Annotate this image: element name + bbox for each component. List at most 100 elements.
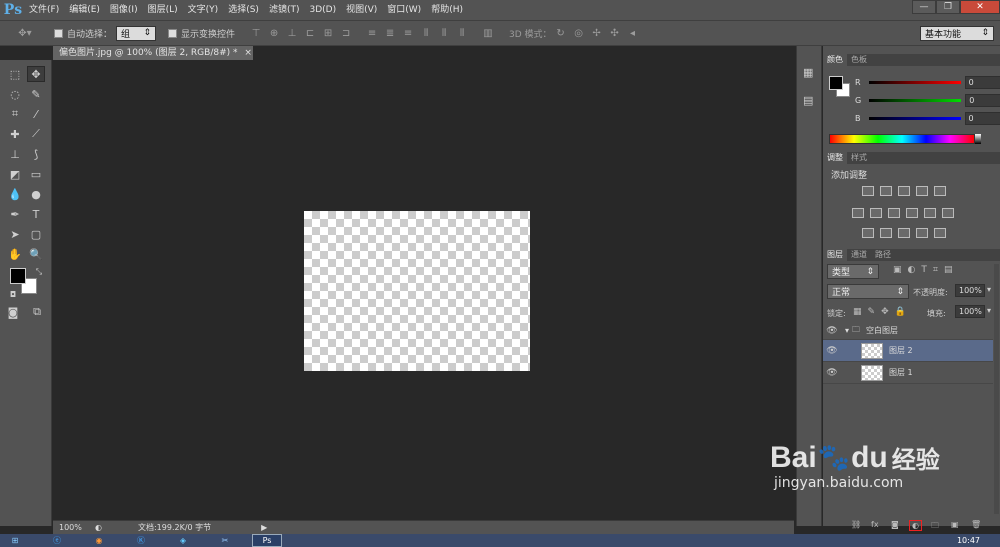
filter-pixel-icon[interactable]: ▣ xyxy=(893,265,908,275)
gradient-tool-icon[interactable]: ▭ xyxy=(27,166,45,182)
black-white-icon[interactable] xyxy=(888,208,900,218)
app-orange-icon[interactable]: ◉ xyxy=(84,534,114,547)
color-spectrum[interactable] xyxy=(829,134,975,144)
distribute-hcenter-icon[interactable]: ⦀ xyxy=(437,26,451,40)
close-button[interactable]: ✕ xyxy=(960,0,1000,14)
red-value[interactable]: 0 xyxy=(964,76,1000,89)
green-value[interactable]: 0 xyxy=(965,94,1000,107)
auto-align-icon[interactable]: ▥ xyxy=(481,26,495,40)
curves-icon[interactable] xyxy=(898,186,910,196)
lock-transparent-icon[interactable]: ▦ xyxy=(853,307,868,317)
drag-3d-icon[interactable]: ✢ xyxy=(590,26,604,40)
vibrance-icon[interactable] xyxy=(934,186,946,196)
auto-select-checkbox[interactable] xyxy=(54,28,63,38)
default-colors-icon[interactable]: ◘ xyxy=(4,286,22,302)
minimize-button[interactable]: — xyxy=(912,0,936,14)
levels-icon[interactable] xyxy=(880,186,892,196)
rectangle-tool-icon[interactable]: ▢ xyxy=(27,226,45,242)
pen-tool-icon[interactable]: ✒ xyxy=(6,206,24,222)
fill-arrow-icon[interactable]: ▾ xyxy=(987,306,991,315)
maximize-button[interactable]: ❐ xyxy=(936,0,960,14)
distribute-vcenter-icon[interactable]: ≣ xyxy=(383,26,397,40)
opacity-value[interactable]: 100% xyxy=(955,284,985,297)
quick-select-tool-icon[interactable]: ✎ xyxy=(27,86,45,102)
zoom-level[interactable]: 100% xyxy=(59,523,89,532)
crop-tool-icon[interactable]: ⌗ xyxy=(6,106,24,122)
type-tool-icon[interactable]: T xyxy=(27,206,45,222)
threshold-icon[interactable] xyxy=(898,228,910,238)
windows-start-icon[interactable]: ⊞ xyxy=(0,534,30,547)
app-tool-icon[interactable]: ✂ xyxy=(210,534,240,547)
menu-file[interactable]: 文件(F) xyxy=(24,0,64,20)
show-transform-checkbox[interactable] xyxy=(168,28,178,38)
visibility-eye-icon[interactable]: 👁 xyxy=(823,368,841,378)
screen-mode-icon[interactable]: ⧉ xyxy=(28,304,46,320)
layer-group-row[interactable]: 👁 ▾ 🗀 空白图层 xyxy=(823,322,993,340)
menu-edit[interactable]: 编辑(E) xyxy=(64,0,105,20)
layer-style-icon[interactable]: fx xyxy=(871,520,879,529)
ie-browser-icon[interactable]: ⓔ xyxy=(42,534,72,547)
filter-adjust-icon[interactable]: ◐ xyxy=(908,265,922,275)
menu-image[interactable]: 图像(I) xyxy=(105,0,143,20)
lock-position-icon[interactable]: ✥ xyxy=(881,307,895,317)
color-balance-icon[interactable] xyxy=(870,208,882,218)
visibility-eye-icon[interactable]: 👁 xyxy=(823,326,841,336)
gradient-map-icon[interactable] xyxy=(916,228,928,238)
auto-select-dropdown[interactable]: 组 ⇕ xyxy=(116,25,157,41)
menu-select[interactable]: 选择(S) xyxy=(223,0,264,20)
healing-brush-tool-icon[interactable]: ✚ xyxy=(6,126,24,142)
spectrum-white-black[interactable] xyxy=(975,134,981,144)
link-layers-icon[interactable]: ⛓ xyxy=(851,520,861,529)
photoshop-taskbar-icon[interactable]: Ps xyxy=(252,534,282,547)
blur-tool-icon[interactable]: 💧 xyxy=(6,186,24,202)
tab-color[interactable]: 颜色 xyxy=(823,54,847,66)
posterize-icon[interactable] xyxy=(880,228,892,238)
new-group-icon[interactable]: 🗀 xyxy=(931,520,939,534)
dodge-tool-icon[interactable]: ● xyxy=(27,186,45,202)
status-info-icon[interactable]: ◐ xyxy=(95,523,102,532)
lasso-tool-icon[interactable]: ◌ xyxy=(6,86,24,102)
rotate-3d-icon[interactable]: ↻ xyxy=(554,26,568,40)
foreground-color-swatch[interactable] xyxy=(10,268,26,284)
filter-shape-icon[interactable]: ⌗ xyxy=(933,265,944,275)
red-slider[interactable] xyxy=(868,81,961,84)
brush-tool-icon[interactable]: ⟋ xyxy=(27,126,45,142)
menu-layer[interactable]: 图层(L) xyxy=(143,0,183,20)
green-slider[interactable] xyxy=(869,99,962,102)
blue-slider[interactable] xyxy=(868,117,961,120)
selective-color-icon[interactable] xyxy=(934,228,946,238)
exposure-icon[interactable] xyxy=(916,186,928,196)
tab-adjustments[interactable]: 调整 xyxy=(823,152,847,164)
distribute-left-icon[interactable]: ⦀ xyxy=(419,26,433,40)
layer-row-1[interactable]: 👁 图层 1 xyxy=(823,362,993,384)
layer-mask-icon[interactable]: ◙ xyxy=(891,520,899,529)
align-top-icon[interactable]: ⊤ xyxy=(249,26,263,40)
filter-type-icon[interactable]: T xyxy=(921,265,933,275)
menu-type[interactable]: 文字(Y) xyxy=(183,0,224,20)
tab-swatches[interactable]: 色板 xyxy=(847,54,871,66)
swap-colors-icon[interactable]: ⤡ xyxy=(30,264,48,280)
workspace-dropdown[interactable]: 基本功能 ⇕ xyxy=(920,25,994,41)
path-select-tool-icon[interactable]: ➤ xyxy=(6,226,24,242)
clock[interactable]: 10:47 xyxy=(957,536,980,545)
status-menu-arrow-icon[interactable]: ▶ xyxy=(261,523,267,532)
quick-mask-icon[interactable]: ◙ xyxy=(4,304,22,320)
opacity-arrow-icon[interactable]: ▾ xyxy=(987,285,991,294)
brightness-icon[interactable] xyxy=(862,186,874,196)
menu-window[interactable]: 窗口(W) xyxy=(382,0,426,20)
marquee-tool-icon[interactable]: ⬚ xyxy=(6,66,24,82)
color-lookup-icon[interactable] xyxy=(942,208,954,218)
properties-panel-icon[interactable]: ▤ xyxy=(803,94,813,107)
align-vcenter-icon[interactable]: ⊕ xyxy=(267,26,281,40)
blend-mode-dropdown[interactable]: 正常 ⇕ xyxy=(827,284,909,299)
menu-filter[interactable]: 滤镜(T) xyxy=(264,0,305,20)
zoom-tool-icon[interactable]: 🔍 xyxy=(27,246,45,262)
invert-icon[interactable] xyxy=(862,228,874,238)
distribute-bottom-icon[interactable]: ≡ xyxy=(401,26,415,40)
move-tool-icon[interactable]: ✥▾ xyxy=(12,26,38,40)
align-left-icon[interactable]: ⊏ xyxy=(303,26,317,40)
document-tab[interactable]: 偏色图片.jpg @ 100% (图层 2, RGB/8#) * × xyxy=(53,46,253,60)
align-right-icon[interactable]: ⊐ xyxy=(339,26,353,40)
new-layer-icon[interactable]: ▣ xyxy=(951,520,959,529)
group-expand-icon[interactable]: ▾ xyxy=(845,326,849,335)
